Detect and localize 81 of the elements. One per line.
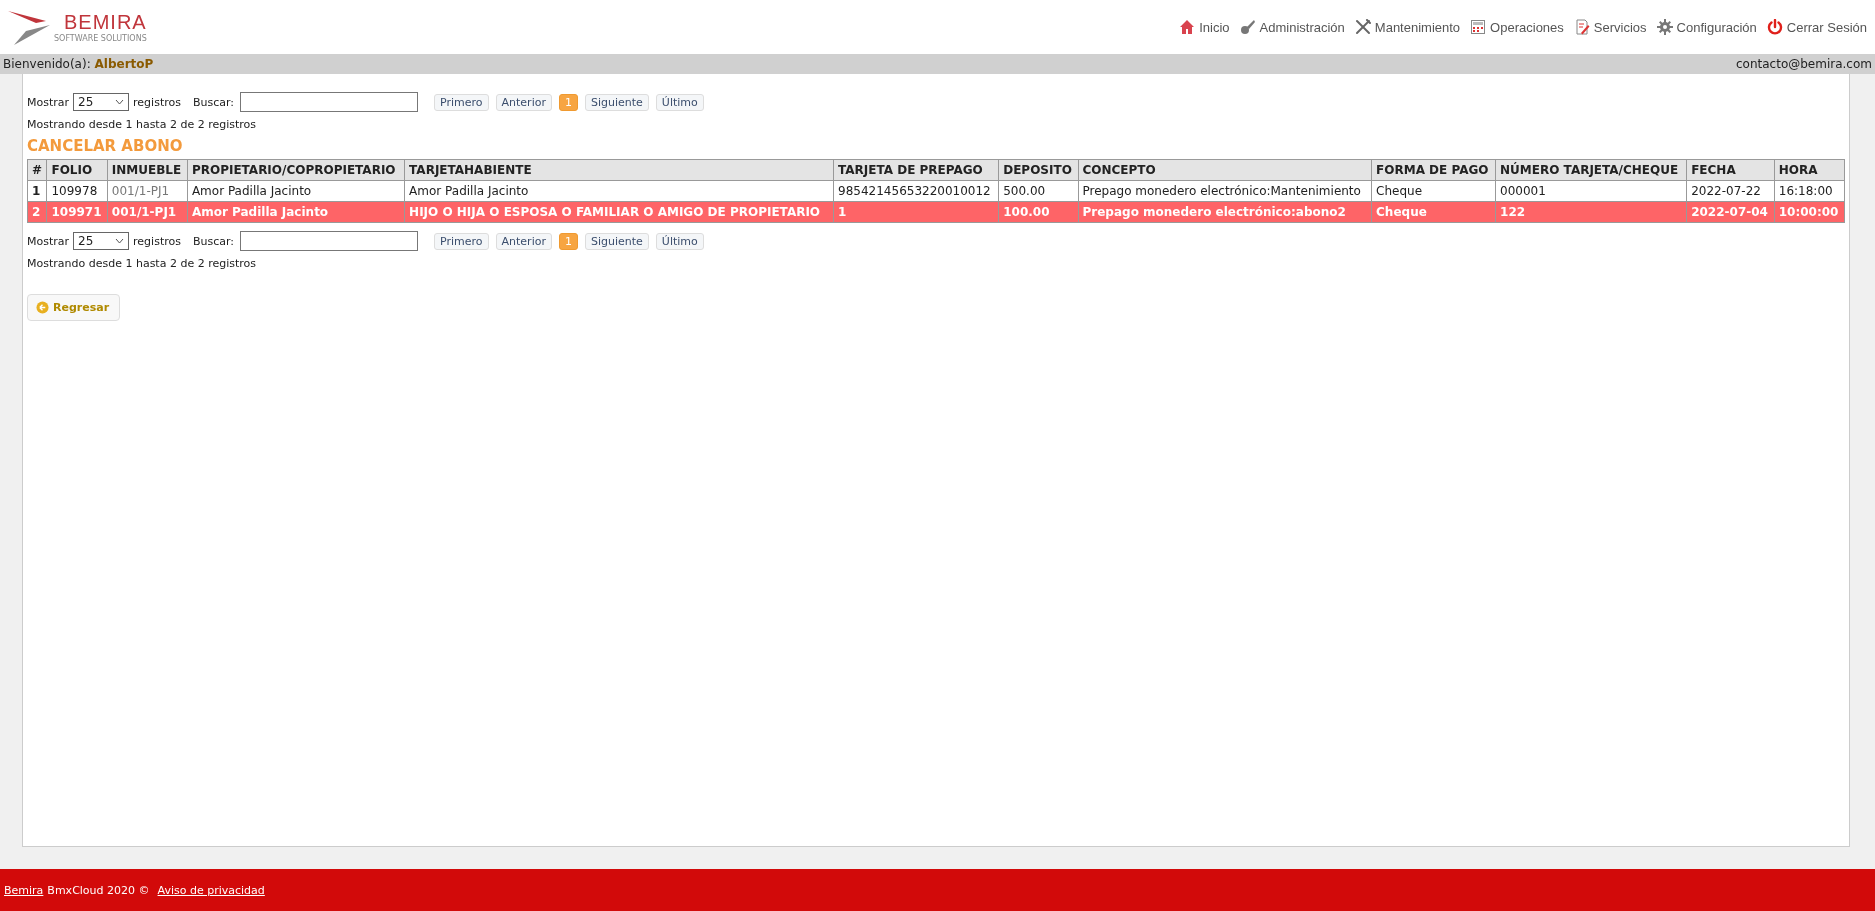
table-cell: Amor Padilla Jacinto (187, 180, 405, 202)
table-cell: 109978 (46, 180, 108, 202)
back-icon (36, 301, 49, 314)
table-cell: 2022-07-22 (1686, 180, 1775, 202)
nav-link[interactable]: Administración (1239, 19, 1345, 35)
show-label: Mostrar (27, 95, 70, 109)
search-field[interactable] (240, 92, 418, 112)
calculator-icon (1470, 19, 1487, 35)
table-cell: 16:18:00 (1774, 180, 1845, 202)
column-header: # (27, 159, 47, 181)
nav-link[interactable]: Servicios (1573, 19, 1647, 35)
table-cell: HIJO O HIJA O ESPOSA O FAMILIAR O AMIGO DE PROPIETARIO (404, 201, 834, 223)
nav-label: Operaciones (1490, 19, 1564, 35)
pager-button[interactable]: Siguiente (584, 93, 649, 111)
nav-link[interactable]: Operaciones (1470, 19, 1564, 35)
pager-button[interactable]: Último (655, 93, 704, 111)
table-cell: 2 (27, 201, 47, 223)
logo-name: BEMIRA (64, 11, 147, 34)
column-header: FECHA (1686, 159, 1775, 181)
pager-button[interactable]: Último (655, 232, 704, 250)
brand-link[interactable]: Bemira (4, 883, 44, 897)
nav-label: Cerrar Sesión (1786, 19, 1867, 35)
nav-link[interactable]: Inicio (1179, 19, 1230, 35)
page-size-select[interactable]: 25 (73, 93, 130, 111)
column-header: PROPIETARIO/COPROPIETARIO (187, 159, 405, 181)
nav-link[interactable]: Cerrar Sesión (1766, 19, 1867, 35)
records-label: registros (133, 95, 181, 109)
search-field[interactable] (240, 231, 418, 251)
column-header: INMUEBLE (107, 159, 188, 181)
table-cell: 1 (27, 180, 47, 202)
pager-button[interactable]: Anterior (495, 232, 552, 250)
welcome-text: Bienvenido(a): AlbertoP (3, 57, 154, 71)
column-header: TARJETAHABIENTE (404, 159, 834, 181)
page-size-select[interactable]: 25 (73, 232, 130, 250)
logo-tagline: SOFTWARE SOLUTIONS (54, 34, 147, 43)
copyright-text: BmxCloud 2020 © (47, 883, 150, 897)
home-icon (1179, 19, 1196, 35)
nav-link[interactable]: Configuración (1656, 19, 1757, 35)
caret-icon (115, 238, 125, 244)
column-header: DEPOSITO (998, 159, 1078, 181)
records-info: Mostrando desde 1 hasta 2 de 2 registros (27, 118, 258, 131)
nav-label: Configuración (1676, 19, 1757, 35)
table-row[interactable]: 1 109978 001/1-PJ1 Amor Padilla Jacinto Amor Padilla Jacinto 98542145653220010012 500.00 Prepago monedero electrónico:Mantenimiento Cheque 000001 2022-07-22 16:18:00 (27, 180, 1845, 202)
pager-button[interactable]: Siguiente (584, 232, 649, 250)
column-header: FORMA DE PAGO (1371, 159, 1496, 181)
key-icon (1239, 19, 1256, 35)
column-header: CONCEPTO (1078, 159, 1372, 181)
search-label: Buscar: (192, 234, 234, 248)
page-title: CANCELAR ABONO (27, 137, 184, 155)
nav-link[interactable]: Mantenimiento (1354, 19, 1461, 35)
records-label: registros (133, 234, 181, 248)
column-header: TARJETA DE PREPAGO (833, 159, 999, 181)
nav-label: Administración (1259, 19, 1345, 35)
search-label: Buscar: (192, 95, 234, 109)
table-cell: 500.00 (998, 180, 1078, 202)
pager-button[interactable]: Primero (434, 93, 489, 111)
nav-label: Mantenimiento (1374, 19, 1461, 35)
table-cell: 001/1-PJ1 (107, 180, 188, 202)
records-info: Mostrando desde 1 hasta 2 de 2 registros (27, 257, 258, 270)
table-cell: Amor Padilla Jacinto (187, 201, 405, 223)
pager-button[interactable]: Primero (434, 232, 489, 250)
tools-icon (1354, 19, 1371, 35)
table-cell: 98542145653220010012 (833, 180, 999, 202)
column-header: NÚMERO TARJETA/CHEQUE (1495, 159, 1687, 181)
show-label: Mostrar (27, 234, 70, 248)
table-cell: Amor Padilla Jacinto (404, 180, 834, 202)
table-cell: Cheque (1371, 180, 1496, 202)
table-cell: 000001 (1495, 180, 1687, 202)
settings-icon (1656, 19, 1673, 35)
caret-icon (115, 99, 125, 105)
nav-label: Servicios (1593, 19, 1647, 35)
nav-label: Inicio (1199, 19, 1230, 35)
table-cell: Prepago monedero electrónico:Mantenimiento (1078, 180, 1372, 202)
column-header: FOLIO (46, 159, 108, 181)
column-header: HORA (1774, 159, 1845, 181)
table-cell: Prepago monedero electrónico:abono2 (1078, 201, 1372, 223)
document-pen-icon (1573, 19, 1590, 35)
privacy-link[interactable]: Aviso de privacidad (157, 883, 265, 897)
contact-email: contacto@bemira.com (1736, 57, 1872, 71)
power-icon (1766, 19, 1783, 35)
pager-button[interactable]: Anterior (495, 93, 552, 111)
